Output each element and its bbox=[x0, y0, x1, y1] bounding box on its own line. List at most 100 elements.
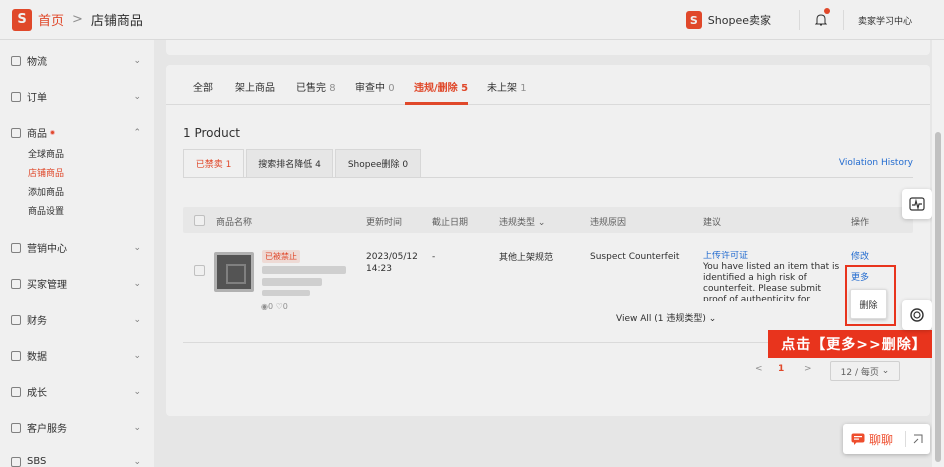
sidebar-item-orders[interactable]: 订单 ⌄ bbox=[11, 89, 141, 104]
sbs-icon bbox=[11, 456, 21, 467]
sidebar-item-label: 成长 bbox=[27, 388, 47, 399]
notification-dot bbox=[823, 8, 830, 14]
sidebar-item-finance[interactable]: 财务 ⌄ bbox=[11, 312, 141, 327]
active-tab-indicator bbox=[405, 102, 468, 105]
tab-count: 1 bbox=[520, 83, 527, 94]
sidebar-item-products[interactable]: 商品 ⌃ bbox=[11, 125, 141, 140]
row-checkbox[interactable] bbox=[194, 265, 205, 276]
tab-unlisted[interactable]: 未上架 1 bbox=[487, 79, 527, 94]
tab-label: 未上架 bbox=[487, 83, 517, 94]
upload-license-link[interactable]: 上传许可证 bbox=[703, 251, 841, 262]
user-icon bbox=[11, 278, 21, 289]
page-1-button[interactable]: 1 bbox=[778, 364, 784, 374]
page-size-select[interactable]: 12 / 每页 ⌄ bbox=[830, 361, 900, 381]
tab-sold-out[interactable]: 已售完 8 bbox=[296, 79, 336, 94]
sidebar: 物流 ⌄ 订单 ⌄ 商品 ⌃ 全球商品 店铺商品 添加商品 商品设置 营销中心 ⌄ 买家… bbox=[0, 40, 154, 467]
sidebar-item-service[interactable]: 客户服务 ⌄ bbox=[11, 420, 141, 435]
chevron-down-icon: ⌄ bbox=[133, 422, 141, 433]
col-label: 违规类型 bbox=[499, 218, 536, 228]
seller-center-brand[interactable]: S Shopee卖家 bbox=[685, 10, 800, 30]
shopee-logo-icon[interactable]: S bbox=[12, 8, 32, 31]
delete-menu-item[interactable]: 删除 bbox=[859, 298, 877, 311]
subtab-shopee-deleted[interactable]: Shopee删除 0 bbox=[335, 149, 421, 177]
status-badge: 已被禁止 bbox=[262, 250, 300, 263]
sidebar-item-label: 买家管理 bbox=[27, 280, 67, 291]
edit-link[interactable]: 修改 bbox=[851, 251, 869, 263]
tab-reviewing[interactable]: 审查中 0 bbox=[355, 79, 395, 94]
view-all-label: View All (1 违规类型) bbox=[616, 314, 706, 324]
more-menu: 删除 bbox=[850, 289, 887, 319]
growth-icon bbox=[11, 386, 21, 397]
subtab-label: 已禁卖 1 bbox=[195, 160, 232, 170]
view-all-violations[interactable]: View All (1 违规类型) ⌄ bbox=[616, 311, 716, 324]
sidebar-item-data[interactable]: 数据 ⌄ bbox=[11, 348, 141, 363]
subtab-label: 搜索排名降低 4 bbox=[258, 160, 321, 170]
violation-reason-cell: Suspect Counterfeit bbox=[590, 252, 680, 262]
sidebar-item-label: 商品 bbox=[27, 129, 47, 140]
sidebar-item-logistics[interactable]: 物流 ⌄ bbox=[11, 53, 141, 68]
product-thumbnail[interactable] bbox=[214, 252, 254, 292]
sidebar-item-label: 物流 bbox=[27, 57, 47, 68]
top-card bbox=[166, 40, 930, 55]
sidebar-sub-shop-products[interactable]: 店铺商品 bbox=[28, 166, 64, 179]
col-deadline: 截止日期 bbox=[432, 218, 469, 228]
col-violation-type[interactable]: 违规类型 ⌄ bbox=[499, 215, 545, 228]
headset-icon bbox=[910, 308, 924, 322]
sidebar-item-label: 数据 bbox=[27, 352, 47, 363]
top-bar: S 首页 > 店铺商品 S Shopee卖家 卖家学习中心 bbox=[0, 0, 944, 40]
chevron-down-icon: ⌄ bbox=[881, 366, 890, 376]
chat-widget[interactable]: 聊聊 bbox=[843, 424, 930, 454]
sidebar-item-label: 财务 bbox=[27, 316, 47, 327]
tab-live[interactable]: 架上商品 bbox=[235, 79, 275, 94]
tab-all[interactable]: 全部 bbox=[193, 79, 213, 94]
page-scrollbar[interactable] bbox=[932, 40, 944, 467]
notification-bell[interactable] bbox=[800, 8, 844, 30]
tab-label: 违规/删除 bbox=[414, 83, 458, 94]
monitor-float-button[interactable] bbox=[902, 189, 932, 219]
sidebar-sub-add-product[interactable]: 添加商品 bbox=[28, 185, 64, 198]
scrollbar-thumb[interactable] bbox=[935, 132, 941, 462]
chevron-up-icon: ⌃ bbox=[133, 127, 141, 138]
subtab-divider bbox=[183, 177, 913, 178]
status-tabs: 全部 架上商品 已售完 8 审查中 0 违规/删除 5 未上架 1 bbox=[166, 65, 930, 105]
sidebar-item-sbs[interactable]: SBS ⌄ bbox=[11, 456, 141, 467]
instruction-callout: 点击【更多>>删除】 bbox=[768, 330, 940, 358]
tab-violation-deleted[interactable]: 违规/删除 5 bbox=[414, 79, 468, 94]
subtab-banned[interactable]: 已禁卖 1 bbox=[183, 149, 244, 177]
violation-history-link[interactable]: Violation History bbox=[839, 158, 913, 168]
sidebar-item-growth[interactable]: 成长 ⌄ bbox=[11, 384, 141, 399]
chevron-down-icon: ⌄ bbox=[708, 314, 717, 324]
support-float-button[interactable] bbox=[902, 300, 932, 330]
sidebar-item-label: 客户服务 bbox=[27, 424, 67, 435]
pulse-icon bbox=[909, 197, 925, 211]
product-icon bbox=[11, 127, 21, 138]
chat-icon bbox=[851, 433, 865, 445]
breadcrumb-home[interactable]: 首页 bbox=[38, 10, 64, 29]
tab-label: 已售完 bbox=[296, 83, 326, 94]
chevron-down-icon: ⌄ bbox=[133, 314, 141, 325]
sidebar-item-marketing[interactable]: 营销中心 ⌄ bbox=[11, 240, 141, 255]
prev-page-button[interactable]: < bbox=[755, 364, 763, 374]
col-updated: 更新时间 bbox=[366, 218, 403, 228]
subtab-search-demoted[interactable]: 搜索排名降低 4 bbox=[246, 149, 333, 177]
sidebar-item-buyers[interactable]: 买家管理 ⌄ bbox=[11, 276, 141, 291]
sidebar-sub-product-settings[interactable]: 商品设置 bbox=[28, 204, 64, 217]
suggestion-text: You have listed an item that is identifi… bbox=[703, 262, 840, 301]
sidebar-item-label: SBS bbox=[27, 456, 47, 467]
learning-center-link[interactable]: 卖家学习中心 bbox=[844, 14, 944, 27]
sidebar-sub-global-products[interactable]: 全球商品 bbox=[28, 147, 64, 160]
col-suggestion: 建议 bbox=[703, 218, 722, 228]
sidebar-item-label: 营销中心 bbox=[27, 244, 67, 255]
new-badge-dot bbox=[50, 130, 55, 135]
bell-icon bbox=[815, 13, 828, 25]
chevron-down-icon: ⌄ bbox=[537, 218, 546, 228]
tab-label: 审查中 bbox=[355, 83, 385, 94]
chevron-down-icon: ⌄ bbox=[133, 350, 141, 361]
blurred-product-sku bbox=[262, 278, 322, 286]
chevron-down-icon: ⌄ bbox=[133, 278, 141, 289]
tab-label: 全部 bbox=[193, 83, 213, 94]
next-page-button[interactable]: > bbox=[804, 364, 812, 374]
select-all-checkbox[interactable] bbox=[194, 215, 205, 226]
table-header: 商品名称 更新时间 截止日期 违规类型 ⌄ 违规原因 建议 操作 bbox=[183, 207, 913, 233]
chevron-down-icon: ⌄ bbox=[133, 91, 141, 102]
